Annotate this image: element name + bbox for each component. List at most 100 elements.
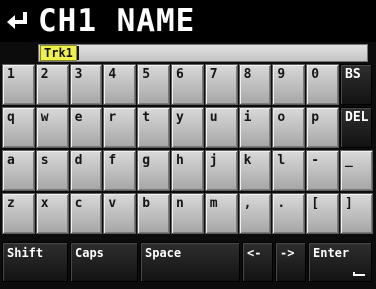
key-z[interactable]: z <box>2 193 35 234</box>
key-8-label: 8 <box>243 67 252 82</box>
key-underscore-label: _ <box>345 153 353 168</box>
key-period-label: . <box>277 196 286 211</box>
key-hyphen[interactable]: - <box>306 150 339 191</box>
key-cursor-left[interactable]: <- <box>242 242 273 282</box>
key-q[interactable]: q <box>2 107 35 148</box>
key-7-label: 7 <box>209 67 218 82</box>
key-f[interactable]: f <box>103 150 137 191</box>
key-delete[interactable]: DEL <box>340 107 372 148</box>
key-y-label: y <box>176 110 184 125</box>
key-f-label: f <box>108 153 117 168</box>
key-y[interactable]: y <box>171 107 204 148</box>
key-r-label: r <box>108 110 117 125</box>
return-arrow-icon <box>7 12 27 29</box>
key-caps-label: Caps <box>75 246 104 260</box>
key-l[interactable]: l <box>272 150 306 191</box>
key-9[interactable]: 9 <box>272 64 306 105</box>
key-u-label: u <box>209 110 218 125</box>
key-comma[interactable]: , <box>238 193 272 234</box>
key-v-label: v <box>108 196 117 211</box>
page-title: CH1 NAME <box>38 3 196 39</box>
enter-arrow-icon <box>353 272 365 276</box>
key-h-label: h <box>176 153 184 168</box>
key-u[interactable]: u <box>204 107 238 148</box>
key-5-label: 5 <box>142 67 151 82</box>
key-backspace[interactable]: BS <box>340 64 372 105</box>
key-m[interactable]: m <box>204 193 238 234</box>
key-left-bracket[interactable]: [ <box>306 193 339 234</box>
key-x[interactable]: x <box>35 193 69 234</box>
key-n[interactable]: n <box>171 193 204 234</box>
key-m-label: m <box>209 196 218 211</box>
key-8[interactable]: 8 <box>238 64 272 105</box>
channel-name-editor: CH1 NAME Trk1 1 2 3 4 5 6 7 8 9 0 q w e r t y u i o p a s d f g h… <box>0 0 376 289</box>
key-b[interactable]: b <box>137 193 170 234</box>
key-underscore[interactable]: _ <box>340 150 373 191</box>
key-j-label: j <box>209 153 218 168</box>
key-c[interactable]: c <box>69 193 103 234</box>
key-9-label: 9 <box>277 67 286 82</box>
key-k[interactable]: k <box>238 150 272 191</box>
key-3[interactable]: 3 <box>69 64 103 105</box>
key-period[interactable]: . <box>272 193 306 234</box>
key-1[interactable]: 1 <box>2 64 35 105</box>
key-t-label: t <box>142 110 151 125</box>
text-cursor <box>77 46 79 60</box>
back-button[interactable] <box>3 3 33 39</box>
key-caps[interactable]: Caps <box>70 242 138 282</box>
key-right-bracket[interactable]: ] <box>340 193 373 234</box>
key-comma-label: , <box>243 196 252 211</box>
name-input[interactable]: Trk1 <box>38 44 368 62</box>
key-c-label: c <box>74 196 83 211</box>
key-cursor-right[interactable]: -> <box>275 242 306 282</box>
key-w-label: w <box>40 110 49 125</box>
key-space[interactable]: Space <box>140 242 240 282</box>
key-v[interactable]: v <box>103 193 137 234</box>
key-s-label: s <box>40 153 49 168</box>
key-d-label: d <box>74 153 83 168</box>
key-g[interactable]: g <box>137 150 170 191</box>
key-e-label: e <box>74 110 83 125</box>
key-p[interactable]: p <box>306 107 339 148</box>
key-z-label: z <box>7 196 15 211</box>
key-7[interactable]: 7 <box>204 64 238 105</box>
key-shift[interactable]: Shift <box>2 242 68 282</box>
key-a[interactable]: a <box>2 150 35 191</box>
key-6-label: 6 <box>176 67 184 82</box>
key-space-label: Space <box>145 246 182 260</box>
key-backspace-label: BS <box>345 67 361 82</box>
key-2-label: 2 <box>40 67 49 82</box>
key-2[interactable]: 2 <box>35 64 69 105</box>
key-hyphen-label: - <box>311 153 320 168</box>
key-6[interactable]: 6 <box>171 64 204 105</box>
key-k-label: k <box>243 153 252 168</box>
key-4-label: 4 <box>108 67 117 82</box>
key-e[interactable]: e <box>69 107 103 148</box>
key-x-label: x <box>40 196 49 211</box>
key-p-label: p <box>311 110 320 125</box>
key-l-label: l <box>277 153 286 168</box>
key-left-bracket-label: [ <box>311 196 320 211</box>
key-j[interactable]: j <box>204 150 238 191</box>
key-r[interactable]: r <box>103 107 137 148</box>
key-w[interactable]: w <box>35 107 69 148</box>
key-0-label: 0 <box>311 67 320 82</box>
key-1-label: 1 <box>7 67 15 82</box>
key-4[interactable]: 4 <box>103 64 137 105</box>
name-input-value: Trk1 <box>40 45 77 61</box>
key-5[interactable]: 5 <box>137 64 170 105</box>
key-shift-label: Shift <box>7 246 44 260</box>
key-o-label: o <box>277 110 286 125</box>
key-t[interactable]: t <box>137 107 170 148</box>
key-s[interactable]: s <box>35 150 69 191</box>
key-enter[interactable]: Enter <box>308 242 372 282</box>
key-o[interactable]: o <box>272 107 306 148</box>
key-right-bracket-label: ] <box>345 196 353 211</box>
key-d[interactable]: d <box>69 150 103 191</box>
key-b-label: b <box>142 196 151 211</box>
key-3-label: 3 <box>74 67 83 82</box>
key-i[interactable]: i <box>238 107 272 148</box>
key-h[interactable]: h <box>171 150 204 191</box>
key-0[interactable]: 0 <box>306 64 339 105</box>
key-cursor-right-label: -> <box>280 246 295 260</box>
